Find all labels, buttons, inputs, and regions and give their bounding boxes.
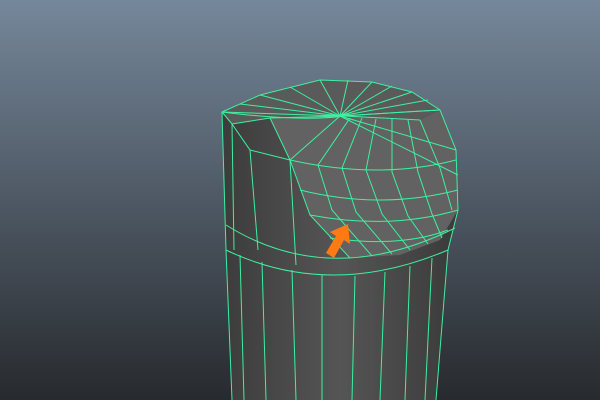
3d-viewport[interactable] — [0, 0, 600, 400]
viewport-canvas[interactable] — [0, 0, 600, 400]
